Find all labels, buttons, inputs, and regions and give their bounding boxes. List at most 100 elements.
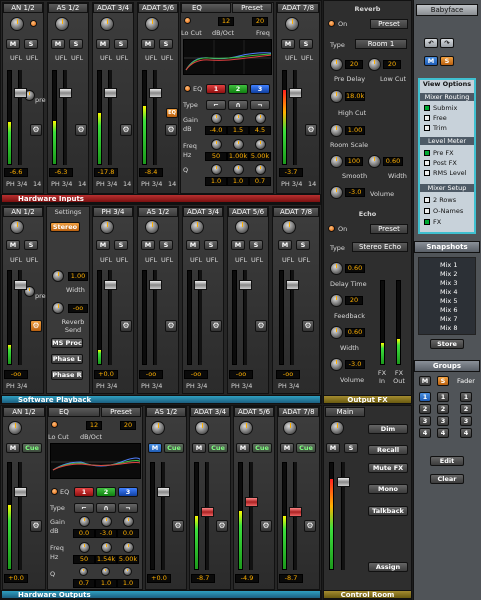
eq-band-3-button[interactable]: 3: [250, 84, 270, 94]
mute-button[interactable]: M: [96, 240, 110, 250]
eq-band-2-button[interactable]: 2: [96, 487, 116, 497]
reverb-send-knob[interactable]: [52, 302, 64, 314]
group-mute-4[interactable]: 4: [419, 428, 431, 438]
eq-preset-dropdown[interactable]: Preset: [101, 407, 141, 417]
mute-button[interactable]: M: [278, 240, 292, 250]
eq-enable-icon[interactable]: [51, 488, 58, 495]
width-knob[interactable]: [52, 270, 64, 282]
route-label[interactable]: PH 3/4: [96, 382, 117, 390]
echo-type-dropdown[interactable]: Stereo Echo: [352, 242, 408, 252]
group-mute-3[interactable]: 3: [419, 416, 431, 426]
snapshot-mix-1[interactable]: Mix 1: [440, 261, 457, 269]
fader-cap[interactable]: [14, 88, 27, 98]
routing-free-option[interactable]: Free: [424, 114, 447, 122]
solo-button[interactable]: S: [24, 240, 38, 250]
setup-onames-option[interactable]: O-Names: [424, 207, 463, 215]
reverb-volume-knob[interactable]: [330, 186, 343, 199]
gain-knob-2[interactable]: [101, 516, 112, 527]
freq-knob-2[interactable]: [233, 139, 244, 150]
solo-button[interactable]: S: [69, 39, 83, 49]
cue-button[interactable]: Cue: [164, 443, 184, 453]
channel-name-tab[interactable]: AN 1/2: [3, 407, 45, 417]
groups-edit-button[interactable]: Edit: [430, 456, 464, 466]
mute-button[interactable]: M: [141, 240, 155, 250]
settings-wrench-icon[interactable]: ⚙: [216, 520, 228, 532]
gain-knob[interactable]: [10, 17, 24, 31]
reverb-on-icon[interactable]: [328, 20, 335, 27]
delay-time-knob[interactable]: [330, 262, 343, 275]
gain-knob-1[interactable]: [211, 113, 222, 124]
route-label[interactable]: PH 3/4: [51, 180, 72, 188]
mute-button[interactable]: M: [231, 240, 245, 250]
reverb-type-dropdown[interactable]: Room 1: [355, 39, 407, 49]
route-label[interactable]: PH 3/4: [141, 180, 162, 188]
channel-name-tab[interactable]: ADAT 7/8: [278, 407, 319, 417]
route-label[interactable]: PH 3/4: [186, 382, 207, 390]
meter-prefx-option[interactable]: Pre FX: [424, 149, 454, 157]
snapshot-mix-6[interactable]: Mix 6: [440, 306, 457, 314]
solo-button[interactable]: S: [204, 240, 218, 250]
settings-wrench-icon[interactable]: ⚙: [30, 124, 42, 136]
fader-cap[interactable]: [239, 280, 252, 290]
gain-knob[interactable]: [100, 17, 114, 31]
stereo-button[interactable]: Stereo: [50, 222, 80, 232]
fader-cap[interactable]: [194, 280, 207, 290]
meter-postfx-option[interactable]: Post FX: [424, 159, 457, 167]
phase-r-button[interactable]: Phase R: [51, 370, 83, 380]
settings-wrench-icon[interactable]: ⚙: [75, 124, 87, 136]
highcut-knob[interactable]: [330, 90, 343, 103]
solo-button[interactable]: S: [114, 39, 128, 49]
setup-fx-option[interactable]: FX: [424, 218, 441, 226]
fader-cap[interactable]: [104, 88, 117, 98]
channel-name-tab[interactable]: ADAT 5/6: [138, 3, 178, 13]
fader-track[interactable]: [194, 270, 207, 365]
gain-knob[interactable]: [282, 220, 296, 234]
fader-cap[interactable]: [149, 88, 162, 98]
settings-wrench-icon[interactable]: ⚙: [305, 124, 317, 136]
gain-knob-3[interactable]: [123, 516, 134, 527]
channel-name-tab[interactable]: PH 3/4: [93, 207, 133, 217]
fader-track[interactable]: [239, 270, 252, 365]
channel-name-tab[interactable]: ADAT 3/4: [183, 207, 223, 217]
snapshot-mix-4[interactable]: Mix 4: [440, 288, 457, 296]
eq-curve-graph[interactable]: [183, 39, 272, 75]
band2-type-peak-icon[interactable]: ∩: [228, 100, 248, 110]
solo-button[interactable]: S: [299, 39, 313, 49]
fader-cap[interactable]: [337, 477, 350, 487]
fader-track[interactable]: [59, 70, 72, 165]
band3-type-shelf-icon[interactable]: ¬: [118, 503, 138, 513]
eq-preset-dropdown[interactable]: Preset: [232, 3, 272, 13]
q-knob-1[interactable]: [211, 164, 222, 175]
fader-cap[interactable]: [14, 487, 27, 497]
mute-button[interactable]: M: [6, 39, 20, 49]
group-solo-2[interactable]: 2: [437, 404, 449, 414]
lowcut-knob[interactable]: [368, 58, 381, 71]
route-label[interactable]: PH 3/4: [6, 382, 27, 390]
settings-wrench-icon[interactable]: ⚙: [30, 320, 42, 332]
solo-button[interactable]: S: [24, 39, 38, 49]
cue-button[interactable]: Cue: [22, 443, 42, 453]
gain-knob[interactable]: [55, 17, 69, 31]
freq-knob-3[interactable]: [255, 139, 266, 150]
echo-preset-dropdown[interactable]: Preset: [370, 224, 408, 234]
channel-name-tab[interactable]: ADAT 7/8: [273, 207, 319, 217]
lowcut-enable-icon[interactable]: [184, 17, 191, 24]
settings-wrench-icon[interactable]: ⚙: [304, 520, 316, 532]
mute-button[interactable]: M: [280, 443, 294, 453]
q-knob-3[interactable]: [255, 164, 266, 175]
fader-cap[interactable]: [149, 280, 162, 290]
mute-button[interactable]: M: [281, 39, 295, 49]
eq-active-button[interactable]: EQ: [166, 108, 178, 118]
routing-submix-option[interactable]: Submix: [424, 104, 457, 112]
gain-knob[interactable]: [10, 220, 24, 234]
fader-cap[interactable]: [289, 88, 302, 98]
settings-wrench-icon[interactable]: ⚙: [165, 124, 177, 136]
group-solo-4[interactable]: 4: [437, 428, 449, 438]
q-knob-2[interactable]: [101, 567, 110, 576]
volume-knob[interactable]: [151, 421, 165, 435]
route-label[interactable]: PH 3/4: [6, 180, 27, 188]
channel-name-tab[interactable]: AN 1/2: [3, 207, 43, 217]
cue-button[interactable]: Cue: [252, 443, 272, 453]
fader-track[interactable]: [14, 70, 27, 165]
cue-button[interactable]: Cue: [296, 443, 316, 453]
